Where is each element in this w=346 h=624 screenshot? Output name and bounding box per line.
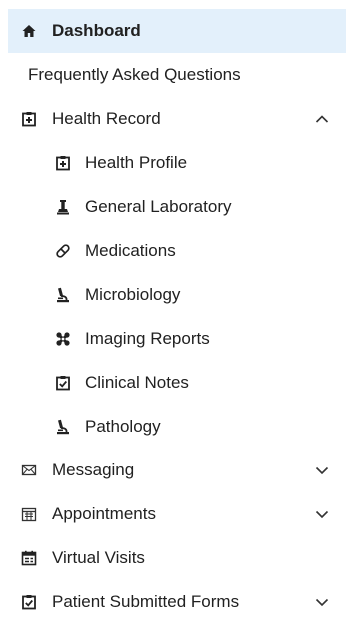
nav-item-messaging[interactable]: Messaging — [8, 448, 346, 492]
nav-subitem-imaging-reports[interactable]: Imaging Reports — [8, 317, 346, 361]
nav-item-label: Dashboard — [52, 21, 141, 40]
nav-item-dashboard[interactable]: Dashboard — [8, 9, 346, 53]
calendar-video-icon — [20, 549, 38, 567]
clipboard-check-icon — [20, 593, 38, 611]
nav-item-label: Virtual Visits — [52, 548, 145, 567]
nav-item-label: Clinical Notes — [85, 373, 189, 392]
nav-item-label: Patient Submitted Forms — [52, 592, 240, 611]
nav-item-appointments[interactable]: Appointments — [8, 492, 346, 536]
microscope-icon — [54, 286, 72, 304]
nav-item-health-record[interactable]: Health Record — [8, 97, 346, 141]
nav-item-label: Messaging — [52, 460, 135, 479]
xray-icon — [54, 330, 72, 348]
lab-flask-icon — [54, 198, 72, 216]
medical-file-icon — [54, 154, 72, 172]
clipboard-check-icon — [54, 374, 72, 392]
sidebar-nav: Dashboard Frequently Asked Questions Hea… — [0, 0, 346, 611]
nav-item-label: Health Record — [52, 109, 161, 128]
nav-item-label: Appointments — [52, 504, 156, 523]
nav-item-label: Pathology — [85, 417, 161, 436]
nav-item-label: Frequently Asked Questions — [28, 65, 241, 84]
chevron-up-icon[interactable] — [314, 111, 330, 127]
nav-subitem-clinical-notes[interactable]: Clinical Notes — [8, 361, 346, 405]
nav-item-virtual-visits[interactable]: Virtual Visits — [8, 536, 346, 580]
nav-item-patient-submitted-forms[interactable]: Patient Submitted Forms — [8, 580, 346, 624]
microscope-icon — [54, 418, 72, 436]
chevron-down-icon[interactable] — [314, 462, 330, 478]
nav-item-label: Health Profile — [85, 153, 188, 172]
nav-subitem-health-profile[interactable]: Health Profile — [8, 141, 346, 185]
medical-file-icon — [20, 110, 38, 128]
pill-icon — [54, 242, 72, 260]
nav-subitem-microbiology[interactable]: Microbiology — [8, 273, 346, 317]
home-icon — [20, 22, 38, 40]
nav-subitem-general-laboratory[interactable]: General Laboratory — [8, 185, 346, 229]
nav-item-label: Imaging Reports — [85, 329, 210, 348]
envelope-icon — [20, 461, 38, 479]
nav-item-label: Medications — [85, 241, 176, 260]
calendar-icon — [20, 505, 38, 523]
nav-item-label: Microbiology — [85, 285, 181, 304]
chevron-down-icon[interactable] — [314, 506, 330, 522]
chevron-down-icon[interactable] — [314, 594, 330, 610]
nav-subitem-medications[interactable]: Medications — [8, 229, 346, 273]
nav-item-label: General Laboratory — [85, 197, 232, 216]
nav-subitem-pathology[interactable]: Pathology — [8, 405, 346, 449]
nav-item-faq[interactable]: Frequently Asked Questions — [8, 53, 346, 97]
